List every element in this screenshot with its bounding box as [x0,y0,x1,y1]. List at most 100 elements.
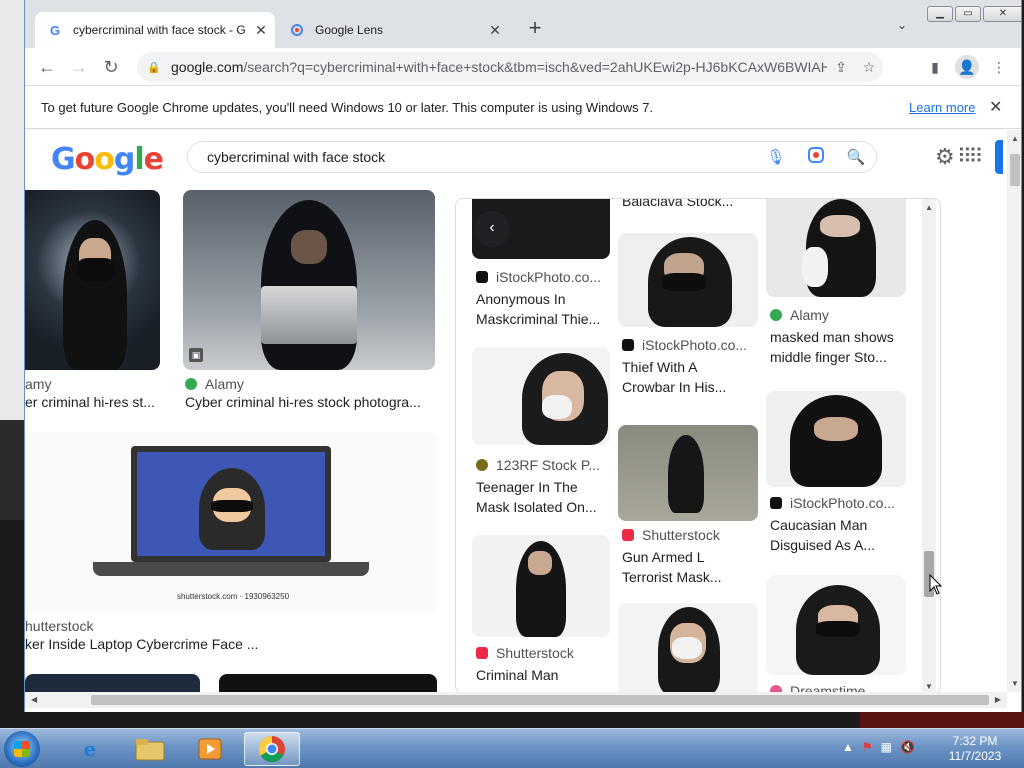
desktop-left-edge [0,0,24,728]
result-caption[interactable]: Thief With A Crowbar In His... [622,357,762,397]
result-source[interactable]: hutterstock [25,618,93,634]
scroll-up-arrow-icon[interactable]: ▲ [1011,134,1019,143]
result-image[interactable] [618,603,758,692]
page-vertical-scrollbar[interactable]: ▲ ▼ [1007,130,1021,692]
result-image[interactable] [766,391,906,487]
horizontal-scroll-thumb[interactable] [91,695,989,705]
sign-in-button[interactable] [995,140,1003,174]
result-caption[interactable]: Anonymous In Maskcriminal Thie... [476,289,616,329]
result-image[interactable] [219,674,437,692]
search-box[interactable]: cybercriminal with face stock 🎙 🔍 [187,141,877,173]
image-watermark: shutterstock.com · 1930963250 [176,592,290,601]
result-image[interactable] [766,575,906,675]
result-caption[interactable]: Teenager In The Mask Isolated On... [476,477,616,517]
istock-favicon-icon [770,497,782,509]
result-source[interactable]: Shutterstock [622,527,720,543]
scroll-down-arrow-icon[interactable]: ▼ [1011,679,1019,688]
result-image[interactable] [25,674,200,692]
result-caption[interactable]: Cyber criminal hi-res stock photogra... [185,392,435,412]
result-source[interactable]: 123RF Stock P... [476,457,600,473]
result-image[interactable] [25,190,160,370]
tab-google-search[interactable]: G cybercriminal with face stock - G ✕ [35,12,275,48]
search-magnifier-icon[interactable]: 🔍 [836,148,876,166]
result-source[interactable]: iStockPhoto.co... [622,337,747,353]
result-image[interactable] [472,347,610,445]
tab-title: cybercriminal with face stock - G [73,23,246,37]
profile-avatar-icon[interactable]: 👤 [955,55,979,79]
desktop-red-area [860,712,1024,728]
back-arrow-icon[interactable]: ← [35,55,59,79]
panel-scrollbar[interactable]: ▲ ▼ [922,199,936,692]
result-source[interactable]: Alamy [770,307,829,323]
lens-camera-icon[interactable] [796,146,836,168]
menu-kebab-icon[interactable]: ⋮ [987,55,1011,79]
lens-favicon-icon [289,22,305,38]
result-image[interactable]: shutterstock.com · 1930963250 [25,432,437,612]
result-source[interactable]: Shutterstock [476,645,574,661]
result-caption[interactable]: Criminal Man [476,665,616,685]
tab-google-lens[interactable]: Google Lens ✕ [277,12,509,48]
scroll-down-arrow-icon[interactable]: ▼ [925,682,933,691]
result-caption[interactable]: Gun Armed L Terrorist Mask... [622,547,762,587]
alamy-favicon-icon [185,378,197,390]
result-source[interactable]: Alamy [185,376,244,392]
learn-more-link[interactable]: Learn more [909,100,975,115]
network-icon[interactable]: ▦ [881,740,892,754]
file-explorer-icon[interactable] [122,732,178,766]
settings-gear-icon[interactable]: ⚙ [935,144,955,170]
scroll-right-arrow-icon[interactable]: ▶ [995,695,1001,704]
microphone-icon[interactable]: 🎙 [756,148,796,166]
tab-close-icon[interactable]: ✕ [251,22,271,39]
page-horizontal-scrollbar[interactable]: ◀ ▶ [25,692,1007,708]
url-text[interactable]: google.com/search?q=cybercriminal+with+f… [171,59,827,75]
result-image[interactable]: ▣ [183,190,435,370]
chrome-taskbar-button[interactable] [244,732,300,766]
taskbar-clock[interactable]: 7:32 PM 11/7/2023 [940,734,1010,764]
result-source[interactable]: amy [25,376,51,392]
result-caption[interactable]: er criminal hi-res st... [25,392,160,412]
back-chevron-icon[interactable]: ‹ [474,211,510,247]
close-window-button[interactable]: ✕ [983,6,1021,22]
result-caption[interactable]: Balaclava Stock... [622,199,762,211]
new-tab-plus-icon[interactable]: + [523,17,547,41]
result-source[interactable]: iStockPhoto.co... [770,495,895,511]
result-caption[interactable]: ker Inside Laptop Cybercrime Face ... [25,634,435,654]
page-scroll-thumb[interactable] [1010,154,1020,186]
result-caption[interactable]: masked man shows middle finger Sto... [770,327,910,367]
result-image[interactable] [618,425,758,521]
reload-icon[interactable]: ↻ [99,55,123,79]
scroll-left-arrow-icon[interactable]: ◀ [31,695,37,704]
result-image[interactable] [766,199,906,297]
infobar-close-icon[interactable]: ✕ [989,97,1002,117]
volume-muted-icon[interactable]: 🔇 [900,740,915,754]
apps-grid-icon[interactable]: ⠿⠿ [957,144,983,169]
bookmark-star-icon[interactable]: ☆ [855,59,883,76]
browser-toolbar: ← → ↻ 🔒 google.com/search?q=cybercrimina… [25,48,1021,86]
google-logo[interactable]: Google [51,142,164,177]
tab-search-chevron-icon[interactable]: ⌄ [897,18,907,32]
media-player-icon[interactable] [182,732,238,766]
result-image[interactable] [472,535,610,637]
forward-arrow-icon[interactable]: → [67,55,91,79]
result-caption[interactable]: Caucasian Man Disguised As A... [770,515,910,555]
maximize-button[interactable]: ▭ [955,6,981,22]
minimize-button[interactable]: ▁ [927,6,953,22]
image-icon: ▣ [189,348,203,362]
result-source[interactable]: iStockPhoto.co... [476,269,601,285]
tray-expand-icon[interactable]: ▲ [842,740,854,754]
update-infobar: To get future Google Chrome updates, you… [25,86,1021,129]
tab-bar: G cybercriminal with face stock - G ✕ Go… [25,0,1021,48]
dreamstime-favicon-icon [770,685,782,692]
search-input[interactable]: cybercriminal with face stock [188,149,756,165]
tab-close-icon[interactable]: ✕ [485,22,505,39]
side-panel-icon[interactable]: ▮ [923,55,947,79]
result-image[interactable] [618,233,758,327]
address-bar[interactable]: 🔒 google.com/search?q=cybercriminal+with… [137,52,883,82]
share-icon[interactable]: ⇪ [827,59,855,76]
alamy-favicon-icon [770,309,782,321]
start-button[interactable] [4,731,40,767]
scroll-up-arrow-icon[interactable]: ▲ [925,203,933,212]
internet-explorer-icon[interactable]: e [62,732,118,766]
result-source[interactable]: Dreamstime [770,683,865,692]
action-center-flag-icon[interactable]: ⚑ [862,740,873,754]
